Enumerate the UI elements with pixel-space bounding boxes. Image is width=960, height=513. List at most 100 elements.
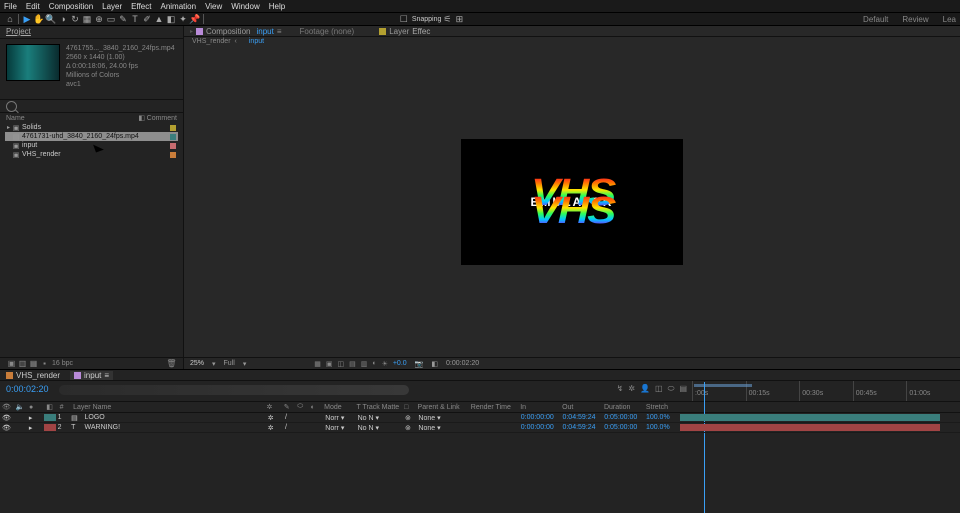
- resolution-dropdown[interactable]: Full: [224, 360, 235, 367]
- comp-tab-name[interactable]: input: [256, 27, 273, 36]
- menu-file[interactable]: File: [4, 2, 17, 11]
- home-icon[interactable]: ⌂: [4, 13, 16, 25]
- breadcrumb-root[interactable]: VHS_render: [192, 38, 231, 45]
- channel-icon[interactable]: ◐: [372, 360, 376, 368]
- trash-icon[interactable]: 🗑: [166, 359, 177, 368]
- panel-caret-icon[interactable]: ▸: [190, 28, 193, 35]
- menu-effect[interactable]: Effect: [131, 2, 151, 11]
- menu-view[interactable]: View: [205, 2, 222, 11]
- anchor-tool-icon[interactable]: ⊕: [93, 13, 105, 25]
- menu-animation[interactable]: Animation: [160, 2, 196, 11]
- grid-icon[interactable]: ▤: [349, 360, 356, 368]
- workspace-learn[interactable]: Lea: [943, 15, 956, 24]
- layer-tab-name[interactable]: Effec: [412, 27, 430, 36]
- new-comp-icon[interactable]: ▦: [28, 359, 39, 368]
- bpc-icon[interactable]: ▪: [39, 359, 50, 368]
- work-area-bar[interactable]: [694, 384, 752, 387]
- project-item-mp4[interactable]: ▤ 4761731-uhd_3840_2160_24fps.mp4: [5, 132, 178, 141]
- pen-tool-icon[interactable]: ✎: [117, 13, 129, 25]
- exposure-value[interactable]: +0.0: [393, 360, 407, 368]
- snapshot-icon[interactable]: 📷: [415, 360, 424, 368]
- project-item-solids[interactable]: ▸ ▣ Solids: [5, 123, 178, 132]
- timeline-search-input[interactable]: [59, 385, 409, 395]
- stamp-tool-icon[interactable]: ▲: [153, 13, 165, 25]
- eye-col-icon[interactable]: 👁: [0, 403, 13, 411]
- project-col-comment[interactable]: Comment: [147, 115, 177, 122]
- label-col-icon[interactable]: ◧: [137, 114, 147, 122]
- guides-icon[interactable]: ▥: [361, 360, 368, 368]
- timeline-layers[interactable]: 👁▸1▤LOGO✲/Norr ▾No N ▾⊚None ▾0:00:00:000…: [0, 413, 960, 513]
- new-folder-icon[interactable]: ▥: [17, 359, 28, 368]
- timeline-layer[interactable]: 👁▸2TWARNING!✲/Norr ▾No N ▾⊚None ▾0:00:00…: [0, 423, 960, 433]
- menu-composition[interactable]: Composition: [49, 2, 93, 11]
- project-thumbnail[interactable]: [6, 44, 60, 81]
- label-col-icon[interactable]: ◧: [44, 403, 57, 411]
- text-tool-icon[interactable]: T: [129, 13, 141, 25]
- composition-viewer[interactable]: VHS EMULATOR VHS: [184, 46, 960, 357]
- search-icon[interactable]: [6, 101, 17, 112]
- menu-help[interactable]: Help: [269, 2, 285, 11]
- breadcrumb-current[interactable]: input: [249, 38, 264, 45]
- graph-editor-icon[interactable]: ▤: [679, 384, 687, 394]
- snapping-checkbox[interactable]: ☐: [398, 13, 410, 25]
- snap-opt2-icon[interactable]: ⊞: [453, 13, 465, 25]
- audio-col-icon[interactable]: 🔈: [13, 403, 26, 411]
- roto-tool-icon[interactable]: ✦: [177, 13, 189, 25]
- comp-icon: ▣: [12, 142, 20, 150]
- switches-col-icon[interactable]: ✲: [264, 403, 281, 411]
- brush-tool-icon[interactable]: ✐: [141, 13, 153, 25]
- timeline-tabs: VHS_render input≡: [0, 370, 960, 381]
- rect-tool-icon[interactable]: ▭: [105, 13, 117, 25]
- roi-icon[interactable]: ◫: [337, 360, 344, 368]
- project-footer: ▣ ▥ ▦ ▪ 16 bpc 🗑: [0, 357, 183, 369]
- selection-tool-icon[interactable]: ▶: [21, 13, 33, 25]
- transparency-grid-icon[interactable]: ▦: [314, 360, 321, 368]
- parent-col: Parent & Link: [416, 404, 469, 411]
- eraser-tool-icon[interactable]: ◧: [165, 13, 177, 25]
- project-col-name[interactable]: Name: [6, 115, 137, 122]
- camera-tool-icon[interactable]: ▦: [81, 13, 93, 25]
- project-tab[interactable]: Project: [0, 26, 183, 39]
- menu-bar[interactable]: File Edit Composition Layer Effect Anima…: [0, 0, 960, 13]
- menu-layer[interactable]: Layer: [102, 2, 122, 11]
- timeline-tab-input[interactable]: input≡: [70, 371, 113, 380]
- draft3d-icon[interactable]: ✲: [628, 384, 635, 394]
- interpret-footage-icon[interactable]: ▣: [6, 359, 17, 368]
- timeline-tab-vhs-render[interactable]: VHS_render: [6, 371, 60, 380]
- lock-col-icon[interactable]: ●: [27, 404, 44, 411]
- timeline-timecode[interactable]: 0:00:02:20: [6, 384, 49, 394]
- footage-icon: ▤: [12, 133, 20, 141]
- workspace-default[interactable]: Default: [863, 15, 888, 24]
- workspace-review[interactable]: Review: [902, 15, 928, 24]
- motion-blur-icon[interactable]: ⬭: [668, 384, 675, 394]
- puppet-tool-icon[interactable]: 📌: [189, 13, 201, 25]
- preview-frame: VHS EMULATOR VHS: [461, 139, 683, 265]
- bpc-label[interactable]: 16 bpc: [52, 360, 73, 367]
- zoom-tool-icon[interactable]: 🔍: [45, 13, 57, 25]
- project-item-vhs-render[interactable]: ▣ VHS_render: [5, 150, 178, 159]
- mask-toggle-icon[interactable]: ▣: [326, 360, 333, 368]
- out-col: Out: [560, 404, 602, 411]
- orbit-tool-icon[interactable]: ◑: [57, 13, 69, 25]
- footage-tab[interactable]: Footage (none): [300, 27, 355, 36]
- show-snapshot-icon[interactable]: ◧: [431, 360, 438, 368]
- in-col: In: [518, 404, 560, 411]
- menu-window[interactable]: Window: [231, 2, 259, 11]
- timeline-layer[interactable]: 👁▸1▤LOGO✲/Norr ▾No N ▾⊚None ▾0:00:00:000…: [0, 413, 960, 423]
- snap-opt-icon[interactable]: ⚟: [441, 13, 453, 25]
- frame-blend-icon[interactable]: ◫: [655, 384, 663, 394]
- hand-tool-icon[interactable]: ✋: [33, 13, 45, 25]
- zoom-dropdown[interactable]: 25%: [190, 360, 204, 367]
- rotate-tool-icon[interactable]: ↻: [69, 13, 81, 25]
- shy-icon[interactable]: 👤: [640, 384, 650, 394]
- viewer-timecode[interactable]: 0:00:02:20: [446, 360, 479, 367]
- project-item-list[interactable]: ▸ ▣ Solids ▤ 4761731-uhd_3840_2160_24fps…: [0, 123, 183, 357]
- project-item-input[interactable]: ▣ input: [5, 141, 178, 150]
- comp-mini-flowchart-icon[interactable]: ↯: [617, 384, 624, 394]
- exposure-icon[interactable]: ☀: [382, 360, 388, 368]
- menu-edit[interactable]: Edit: [26, 2, 40, 11]
- stretch-col: Stretch: [644, 404, 680, 411]
- timeline-ruler[interactable]: :00s 00:15s 00:30s 00:45s 01:00s: [692, 381, 960, 401]
- index-col: #: [58, 404, 71, 411]
- project-panel: Project 4761755..._3840_2160_24fps.mp4 2…: [0, 26, 184, 369]
